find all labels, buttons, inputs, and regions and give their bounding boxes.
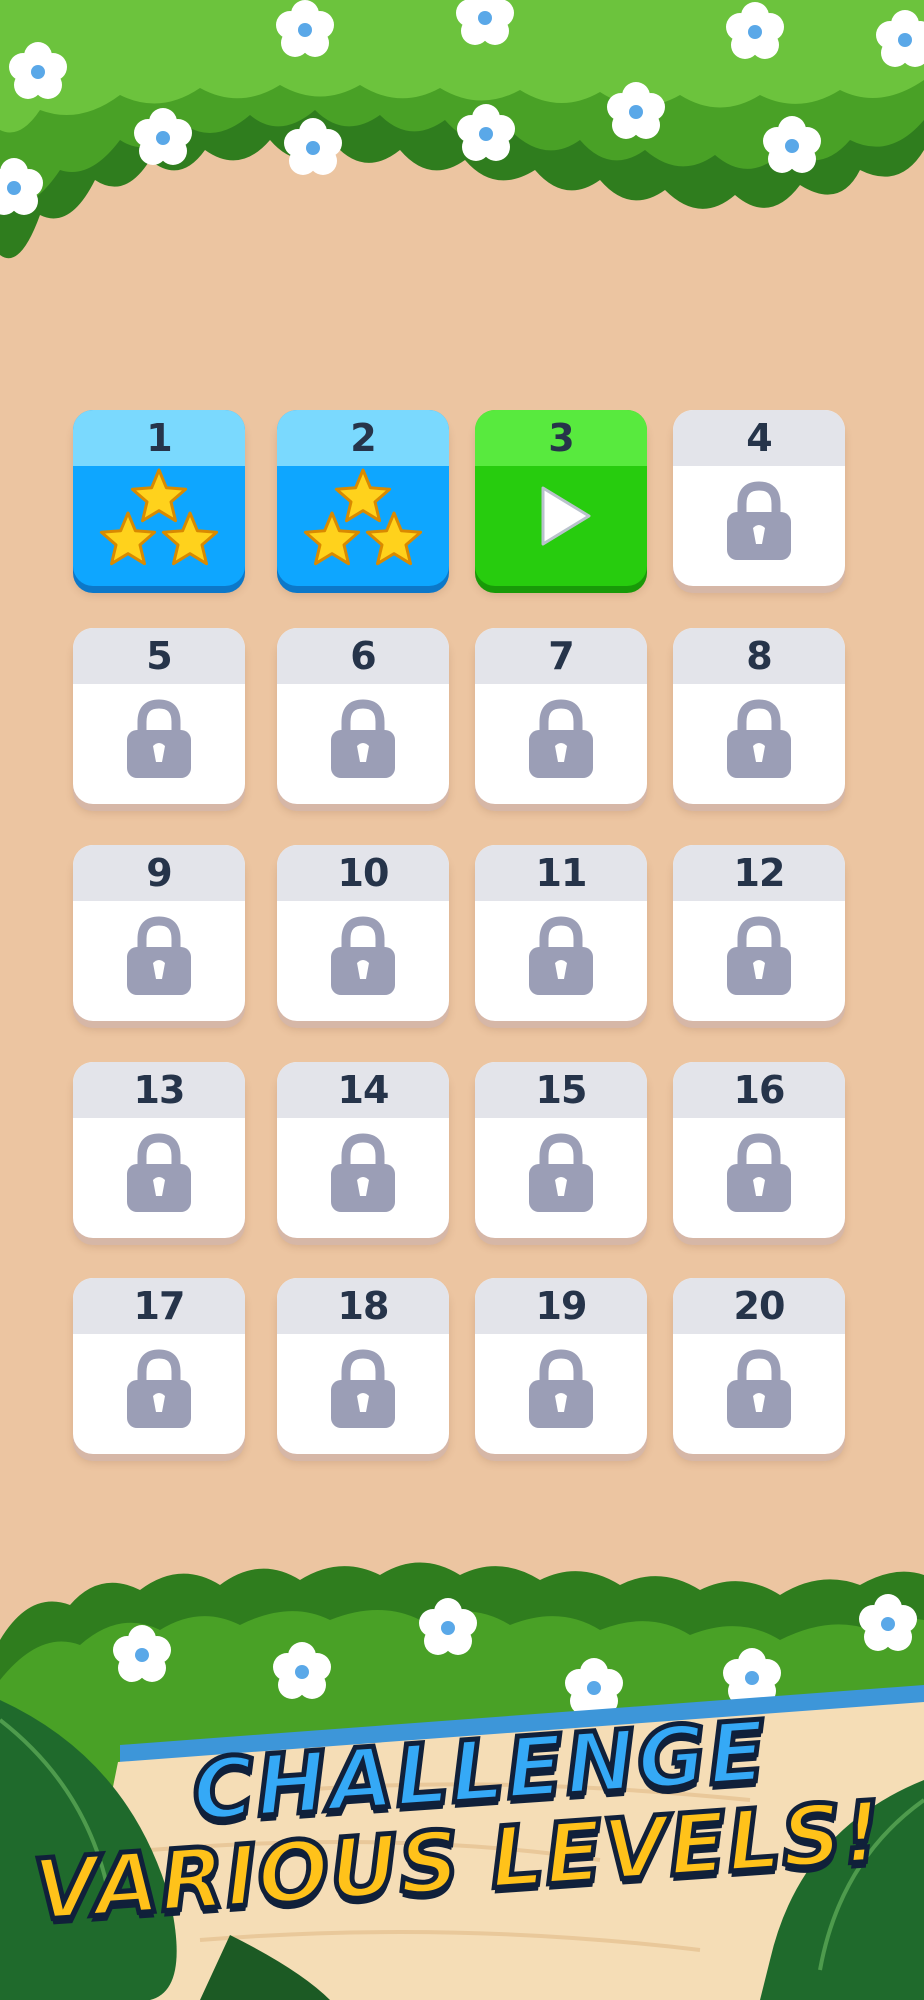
level-select-screen: 1 2 3 4 5 6 7 8 9 10 11 12 13 14 15 16 17 18 19 20 CHALLENG…: [0, 0, 924, 2000]
